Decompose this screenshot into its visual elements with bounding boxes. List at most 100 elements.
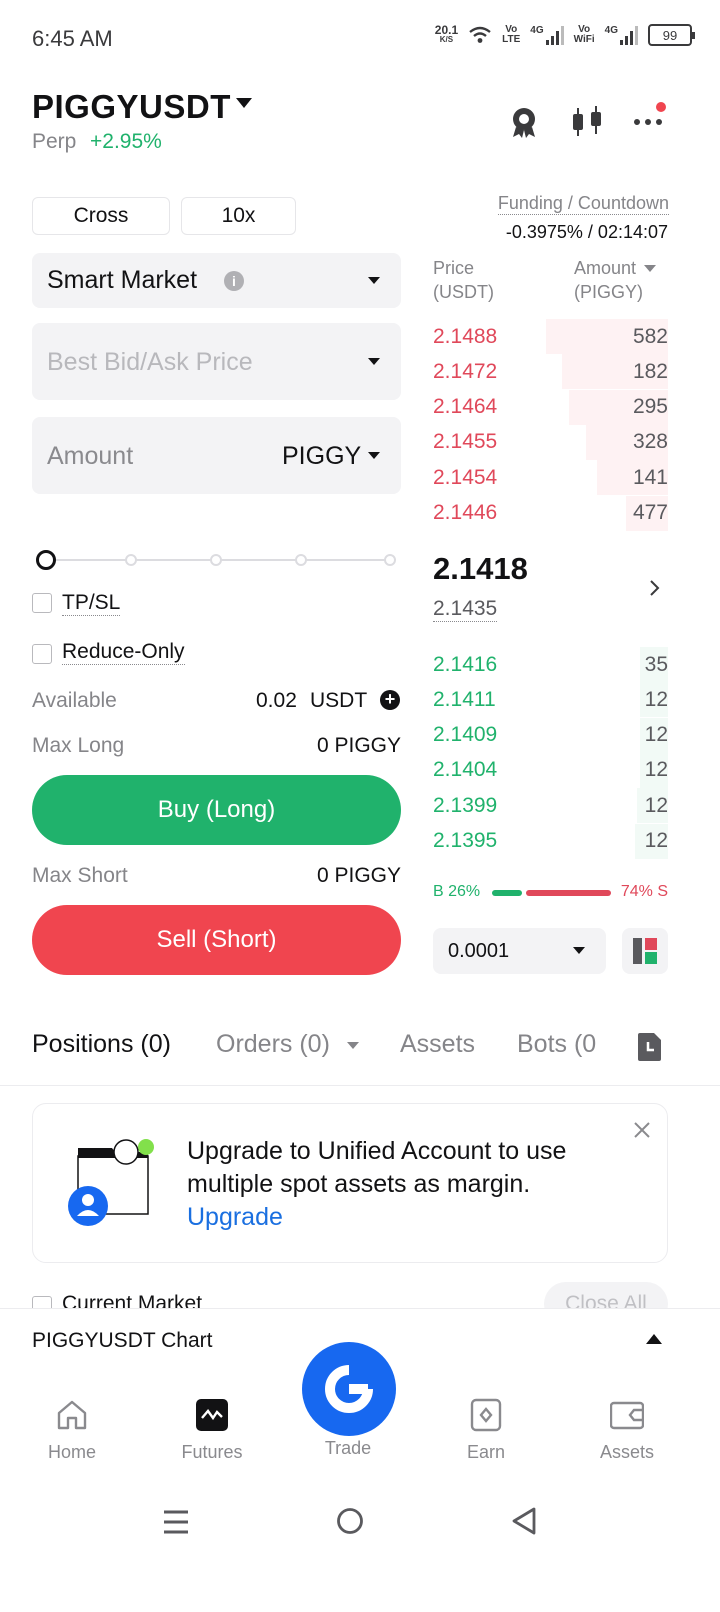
order-book-row[interactable]: 2.1464 295 [433,389,668,425]
volte-indicator: Vo LTE [502,25,520,45]
badge-icon[interactable] [506,104,542,140]
order-book-row[interactable]: 2.1488 582 [433,319,668,354]
tab-bots[interactable]: Bots (0 [517,1030,596,1058]
price-header-label: Price [433,258,475,278]
nav-earn[interactable]: Earn [436,1398,536,1463]
slider-step-25[interactable] [125,554,137,566]
row-amount: 582 [632,324,668,348]
slider-step-100[interactable] [384,554,396,566]
tabs-divider [0,1085,720,1086]
pair-dropdown-icon[interactable] [236,98,252,108]
nav-home[interactable]: Home [22,1398,122,1463]
order-book-row[interactable]: 2.1416 35 [433,647,668,682]
row-amount: 12 [644,758,668,782]
funding-label[interactable]: Funding / Countdown [497,193,669,215]
wifi-icon [469,26,491,43]
info-icon[interactable]: i [224,271,244,291]
order-book-row[interactable]: 2.1472 182 [433,354,668,390]
amount-column-header[interactable]: Amount (PIGGY) [574,256,657,304]
chevron-down-icon [644,264,657,272]
available-label: Available [32,689,117,712]
nav-trade-label: Trade [324,1438,372,1458]
slider-step-75[interactable] [295,554,307,566]
network-type-1: 4G [530,25,544,36]
pair-title[interactable]: PIGGYUSDT [32,88,231,126]
tpsl-label[interactable]: TP/SL [62,591,121,616]
row-amount: 12 [644,793,668,817]
chevron-down-icon [368,452,380,459]
tab-orders[interactable]: Orders (0) [216,1030,330,1059]
reduce-only-checkbox[interactable] [32,644,52,664]
book-layout-icon [633,938,657,964]
signal-bars-icon [545,25,564,45]
price-change: +2.95% [90,130,162,153]
max-short-value: 0 PIGGY [316,864,401,887]
row-price: 2.1488 [433,324,498,348]
order-book-row[interactable]: 2.1446 477 [433,495,668,531]
margin-mode-button[interactable]: Cross [32,197,170,235]
order-type-select[interactable]: Smart Market i [32,253,401,308]
speed-value: 20.1 [434,23,459,37]
battery-level: 99 [662,27,678,43]
row-amount: 12 [644,829,668,852]
lte-label: LTE [502,34,521,45]
nav-home-label: Home [47,1442,96,1462]
tpsl-checkbox[interactable] [32,593,52,613]
price-column-header: Price (USDT) [433,256,494,304]
banner-text: Upgrade to Unified Account to use multip… [187,1137,567,1198]
order-book-row[interactable]: 2.1411 12 [433,682,668,718]
order-book-row[interactable]: 2.1404 12 [433,752,668,788]
amount-unit-select[interactable]: PIGGY [282,442,361,471]
row-price: 2.1472 [433,359,498,383]
chevron-right-icon[interactable] [648,578,662,603]
nav-trade[interactable]: Trade [298,1438,398,1459]
order-book-row[interactable]: 2.1399 12 [433,788,668,824]
buy-long-button[interactable]: Buy (Long) [32,775,401,845]
network-type-2: 4G [604,25,618,36]
amount-input[interactable]: Amount PIGGY [32,417,401,494]
leverage-button[interactable]: 10x [181,197,296,235]
row-price: 2.1399 [433,793,498,817]
close-icon[interactable] [632,1120,652,1145]
candlestick-icon[interactable] [570,104,606,140]
row-price: 2.1446 [433,501,498,524]
nav-futures[interactable]: Futures [162,1398,262,1463]
chevron-down-icon [368,358,380,365]
trade-button[interactable] [302,1342,396,1436]
nav-assets[interactable]: Assets [577,1398,677,1463]
home-icon [55,1398,89,1432]
available-value: 0.02 [256,689,297,712]
order-book-row[interactable]: 2.1454 141 [433,460,668,496]
slider-step-50[interactable] [210,554,222,566]
row-price: 2.1454 [433,465,498,489]
add-funds-icon[interactable]: + [380,690,400,710]
tab-bots-clip: Bots (0 [517,1030,603,1059]
nav-assets-label: Assets [599,1442,655,1462]
order-book-row[interactable]: 2.1409 12 [433,717,668,753]
battery-icon: 99 [648,24,695,46]
wallet-icon [610,1398,644,1432]
history-icon[interactable] [635,1032,663,1067]
amount-slider-handle[interactable] [36,550,56,570]
recents-icon[interactable] [162,1508,190,1541]
reduce-only-label[interactable]: Reduce-Only [62,640,185,665]
precision-select[interactable]: 0.0001 [433,928,606,974]
tab-positions[interactable]: Positions (0) [32,1030,171,1059]
sell-ratio-label: 74% S [620,883,668,900]
home-circle-icon[interactable] [336,1507,364,1540]
signal-1: 4G [530,25,564,45]
chevron-down-icon[interactable] [347,1042,359,1049]
amount-header-label: Amount [574,258,637,278]
upgrade-link[interactable]: Upgrade [187,1201,627,1234]
mark-price[interactable]: 2.1435 [433,597,498,622]
price-input[interactable]: Best Bid/Ask Price [32,323,401,400]
back-triangle-icon[interactable] [510,1506,538,1541]
order-book-row[interactable]: 2.1455 328 [433,424,668,460]
row-price: 2.1409 [433,723,498,747]
max-long-value: 0 PIGGY [316,734,401,757]
book-layout-button[interactable] [622,928,668,974]
tab-assets[interactable]: Assets [400,1030,475,1059]
order-book-row[interactable]: 2.1395 12 [433,823,668,859]
sell-short-button[interactable]: Sell (Short) [32,905,401,975]
row-amount: 182 [632,359,668,383]
